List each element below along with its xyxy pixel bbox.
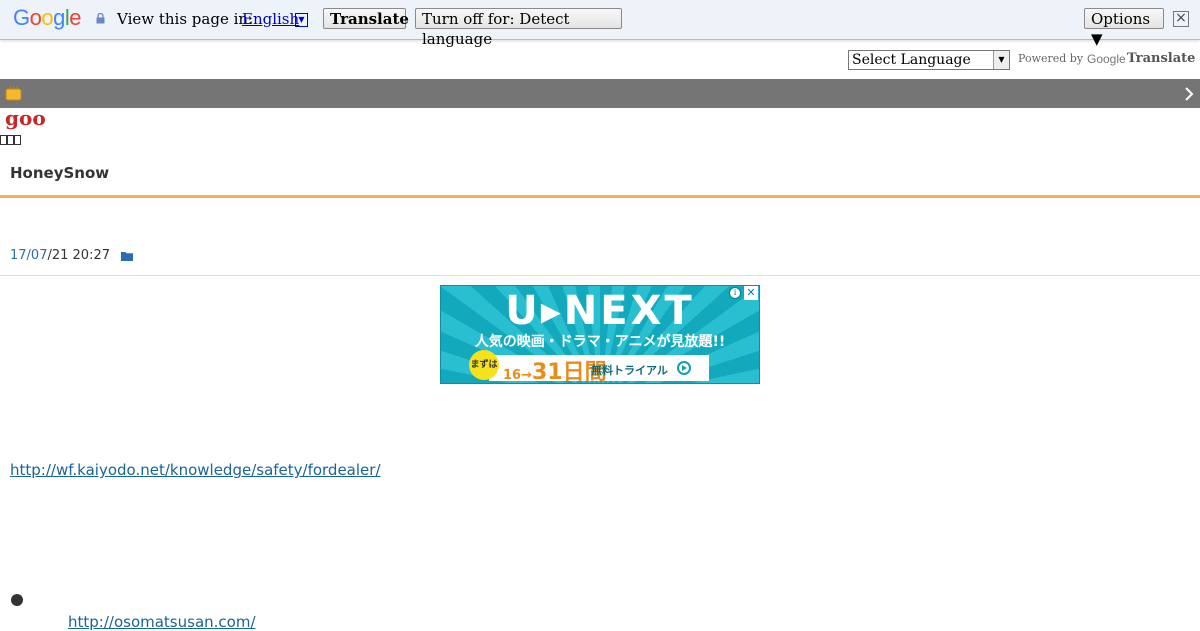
post-date: 17/07/21 20:27 xyxy=(10,248,110,263)
blog-title[interactable]: HoneySnow xyxy=(10,164,109,182)
translate-button[interactable]: Translate xyxy=(323,8,409,29)
language-select-value: Select Language xyxy=(852,52,971,68)
info-icon[interactable]: i xyxy=(729,287,741,299)
ad-tagline: 人気の映画・ドラマ・アニメが見放題!! xyxy=(474,334,726,350)
play-icon xyxy=(677,361,691,375)
ad-banner[interactable]: U▸NEXT 人気の映画・ドラマ・アニメが見放題!! まずは 16→31日間 無… xyxy=(440,285,760,384)
goo-top-bar xyxy=(0,79,1200,108)
language-select[interactable]: Select Language ▼ xyxy=(848,50,1010,70)
ad-close-icon[interactable]: ✕ xyxy=(744,286,758,300)
lock-icon xyxy=(96,13,105,24)
language-dropdown-icon[interactable]: ▼ xyxy=(295,13,308,27)
powered-by-label: Powered by xyxy=(1018,52,1084,65)
view-page-label: View this page in: xyxy=(117,10,254,28)
turn-off-button[interactable]: Turn off for: Detect language xyxy=(415,8,622,48)
translate-bar: Google View this page in: English ▼ Tran… xyxy=(0,0,1200,48)
powered-google-label: Google xyxy=(1087,52,1126,66)
ad-badge: まずは xyxy=(469,350,499,380)
title-divider xyxy=(0,195,1200,198)
language-link[interactable]: English xyxy=(242,10,299,28)
chevron-right-icon[interactable] xyxy=(1183,87,1195,101)
content-link-osomatsusan[interactable]: http://osomatsusan.com/ xyxy=(68,613,256,631)
options-button[interactable]: Options ▼ xyxy=(1084,8,1164,48)
folder-icon[interactable] xyxy=(121,251,133,261)
goo-blog-icon[interactable] xyxy=(5,86,22,101)
ad-logo: U▸NEXT xyxy=(505,288,695,334)
bullet xyxy=(11,594,23,606)
post-date-rest: /21 20:27 xyxy=(47,248,110,263)
close-icon[interactable]: × xyxy=(1173,11,1189,27)
ad-trial: 無料トライアル xyxy=(591,364,668,377)
date-divider xyxy=(0,275,1200,276)
post-date-link[interactable]: 17/07 xyxy=(10,248,47,263)
goo-logo[interactable]: goo xyxy=(5,106,46,130)
ad-days-prefix: 16→ xyxy=(503,368,532,383)
powered-translate-link[interactable]: Translate xyxy=(1127,51,1195,66)
chevron-down-icon: ▼ xyxy=(993,51,1009,69)
missing-glyphs xyxy=(0,135,21,145)
google-logo: Google xyxy=(13,5,82,30)
content-link-kaiyodo[interactable]: http://wf.kaiyodo.net/knowledge/safety/f… xyxy=(10,461,381,479)
